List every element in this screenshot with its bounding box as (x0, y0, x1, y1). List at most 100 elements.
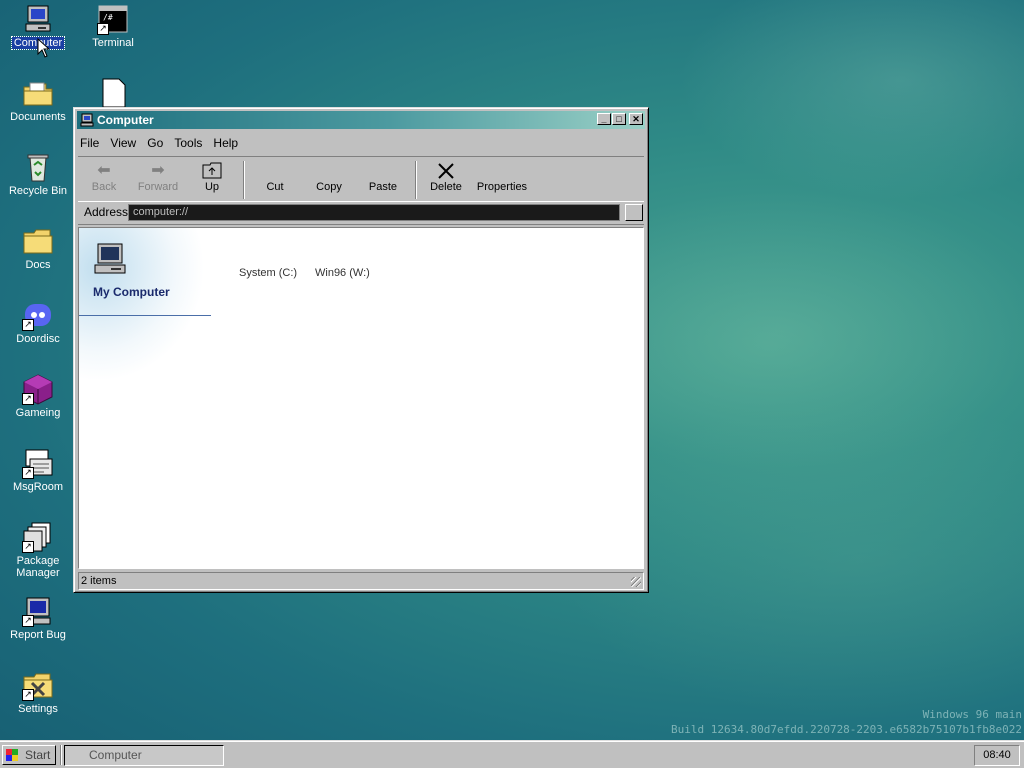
desktop-icon-label: Terminal (92, 37, 134, 49)
address-bar: Address computer:// (78, 201, 644, 225)
shortcut-arrow-icon: ↗ (22, 689, 34, 701)
desktop-icon-label: Doordisc (16, 333, 60, 345)
drive-win96-w[interactable]: Win96 (W:) (315, 267, 370, 279)
sidebar-divider (79, 315, 211, 316)
delete-label: Delete (430, 181, 462, 193)
desktop-icon-label: Docs (25, 259, 51, 271)
desktop-icon-recycle-bin[interactable]: Recycle Bin (2, 151, 74, 197)
menu-go[interactable]: Go (147, 136, 163, 150)
cut-icon (249, 161, 301, 181)
address-input[interactable]: computer:// (128, 204, 620, 221)
desktop-icon-settings[interactable]: ↗ Settings (2, 669, 74, 715)
clock: 08:40 (974, 745, 1020, 766)
build-watermark-title: Windows 96 main (922, 708, 1022, 721)
cut-label: Cut (266, 181, 284, 193)
shortcut-arrow-icon: ↗ (22, 319, 34, 331)
cut-button[interactable]: Cut (249, 161, 301, 193)
start-logo-icon (6, 749, 18, 761)
delete-button[interactable]: Delete (420, 161, 472, 193)
terminal-icon: /# ↗ (97, 3, 129, 35)
doordisc-icon: ↗ (22, 299, 54, 331)
back-arrow-icon: ⬅ (97, 162, 111, 179)
window-title: Computer (97, 113, 154, 127)
forward-button[interactable]: ➡ Forward (132, 161, 184, 193)
status-bar: 2 items (78, 572, 644, 590)
desktop-icon-gameing[interactable]: ↗ Gameing (2, 373, 74, 419)
taskbar-item-computer[interactable]: Computer (64, 745, 224, 766)
menu-tools[interactable]: Tools (174, 136, 202, 150)
start-label: Start (25, 748, 51, 762)
desktop-icon-label: MsgRoom (12, 481, 64, 493)
status-text: 2 items (81, 575, 117, 587)
close-button[interactable]: ✕ (629, 113, 643, 125)
markdown-file-icon: M⬇ (97, 77, 129, 109)
maximize-button[interactable]: □ (612, 113, 626, 125)
my-computer-icon (94, 243, 126, 274)
address-go-button[interactable] (625, 204, 643, 221)
back-label: Back (91, 181, 117, 193)
sidebar-title: My Computer (93, 285, 170, 299)
forward-arrow-icon: ➡ (151, 162, 165, 179)
shortcut-arrow-icon: ↗ (22, 467, 34, 479)
desktop-icon-markdown-file[interactable]: M⬇ (77, 77, 149, 111)
paste-button[interactable]: Paste (357, 161, 409, 193)
build-watermark-version: Build 12634.80d7efdd.220728-2203.e6582b7… (671, 723, 1022, 736)
documents-folder-icon (22, 77, 54, 109)
package-manager-icon: ↗ (22, 521, 54, 553)
delete-x-icon (420, 161, 472, 181)
forward-label: Forward (137, 181, 179, 193)
msgroom-icon: ↗ (22, 447, 54, 479)
desktop-icon-terminal[interactable]: /# ↗ Terminal (77, 3, 149, 49)
desktop-icon-msgroom[interactable]: ↗ MsgRoom (2, 447, 74, 493)
explorer-window: Computer _ □ ✕ File View Go Tools Help ⬅… (73, 107, 649, 593)
terminal-prompt-glyph: /# (103, 13, 113, 22)
resize-grip-icon[interactable] (631, 577, 641, 587)
taskbar: Start Computer 08:40 (0, 740, 1024, 768)
folder-icon (22, 225, 54, 257)
toolbar: ⬅ Back ➡ Forward Up Cut Copy Paste Delet… (78, 156, 644, 202)
settings-icon: ↗ (22, 669, 54, 701)
address-label: Address (84, 205, 129, 219)
desktop-icon-label: Settings (18, 703, 58, 715)
shortcut-arrow-icon: ↗ (97, 23, 109, 35)
desktop-icon-documents[interactable]: Documents (2, 77, 74, 123)
up-button[interactable]: Up (186, 161, 238, 193)
menu-view[interactable]: View (110, 136, 136, 150)
desktop-icon-label: Gameing (15, 407, 61, 419)
properties-button[interactable]: Properties (472, 161, 532, 193)
drive-system-c[interactable]: System (C:) (239, 267, 297, 279)
toolbar-separator (415, 161, 417, 199)
start-button[interactable]: Start (2, 745, 56, 765)
paste-label: Paste (368, 181, 398, 193)
desktop-icon-label: Recycle Bin (8, 185, 68, 197)
recycle-bin-icon (22, 151, 54, 183)
folder-view[interactable]: My Computer System (C:) Win96 (W:) (78, 227, 644, 569)
window-titlebar[interactable]: Computer _ □ ✕ (77, 111, 645, 129)
menu-file[interactable]: File (80, 136, 99, 150)
taskbar-separator (60, 745, 62, 765)
properties-label: Properties (476, 181, 528, 193)
game-cube-icon: ↗ (22, 373, 54, 405)
desktop-icon-docs[interactable]: Docs (2, 225, 74, 271)
properties-icon (472, 161, 532, 181)
shortcut-arrow-icon: ↗ (22, 541, 34, 553)
computer-icon (22, 3, 54, 35)
mouse-cursor-icon (37, 38, 49, 58)
desktop-icon-label: Report Bug (10, 629, 66, 641)
report-bug-icon: ↗ (22, 595, 54, 627)
desktop-icon-report-bug[interactable]: ↗ Report Bug (2, 595, 74, 641)
menu-help[interactable]: Help (213, 136, 238, 150)
desktop-icon-doordisc[interactable]: ↗ Doordisc (2, 299, 74, 345)
shortcut-arrow-icon: ↗ (22, 393, 34, 405)
desktop-icon-label: Documents (10, 111, 66, 123)
back-button[interactable]: ⬅ Back (78, 161, 130, 193)
window-app-icon (80, 113, 94, 127)
minimize-button[interactable]: _ (597, 113, 611, 125)
desktop-icon-package-manager[interactable]: ↗ Package Manager (2, 521, 74, 579)
shortcut-arrow-icon: ↗ (22, 615, 34, 627)
copy-button[interactable]: Copy (303, 161, 355, 193)
up-label: Up (204, 181, 220, 193)
menu-bar: File View Go Tools Help (80, 134, 246, 152)
desktop-icon-label: Package Manager (16, 555, 60, 579)
copy-label: Copy (316, 181, 342, 193)
